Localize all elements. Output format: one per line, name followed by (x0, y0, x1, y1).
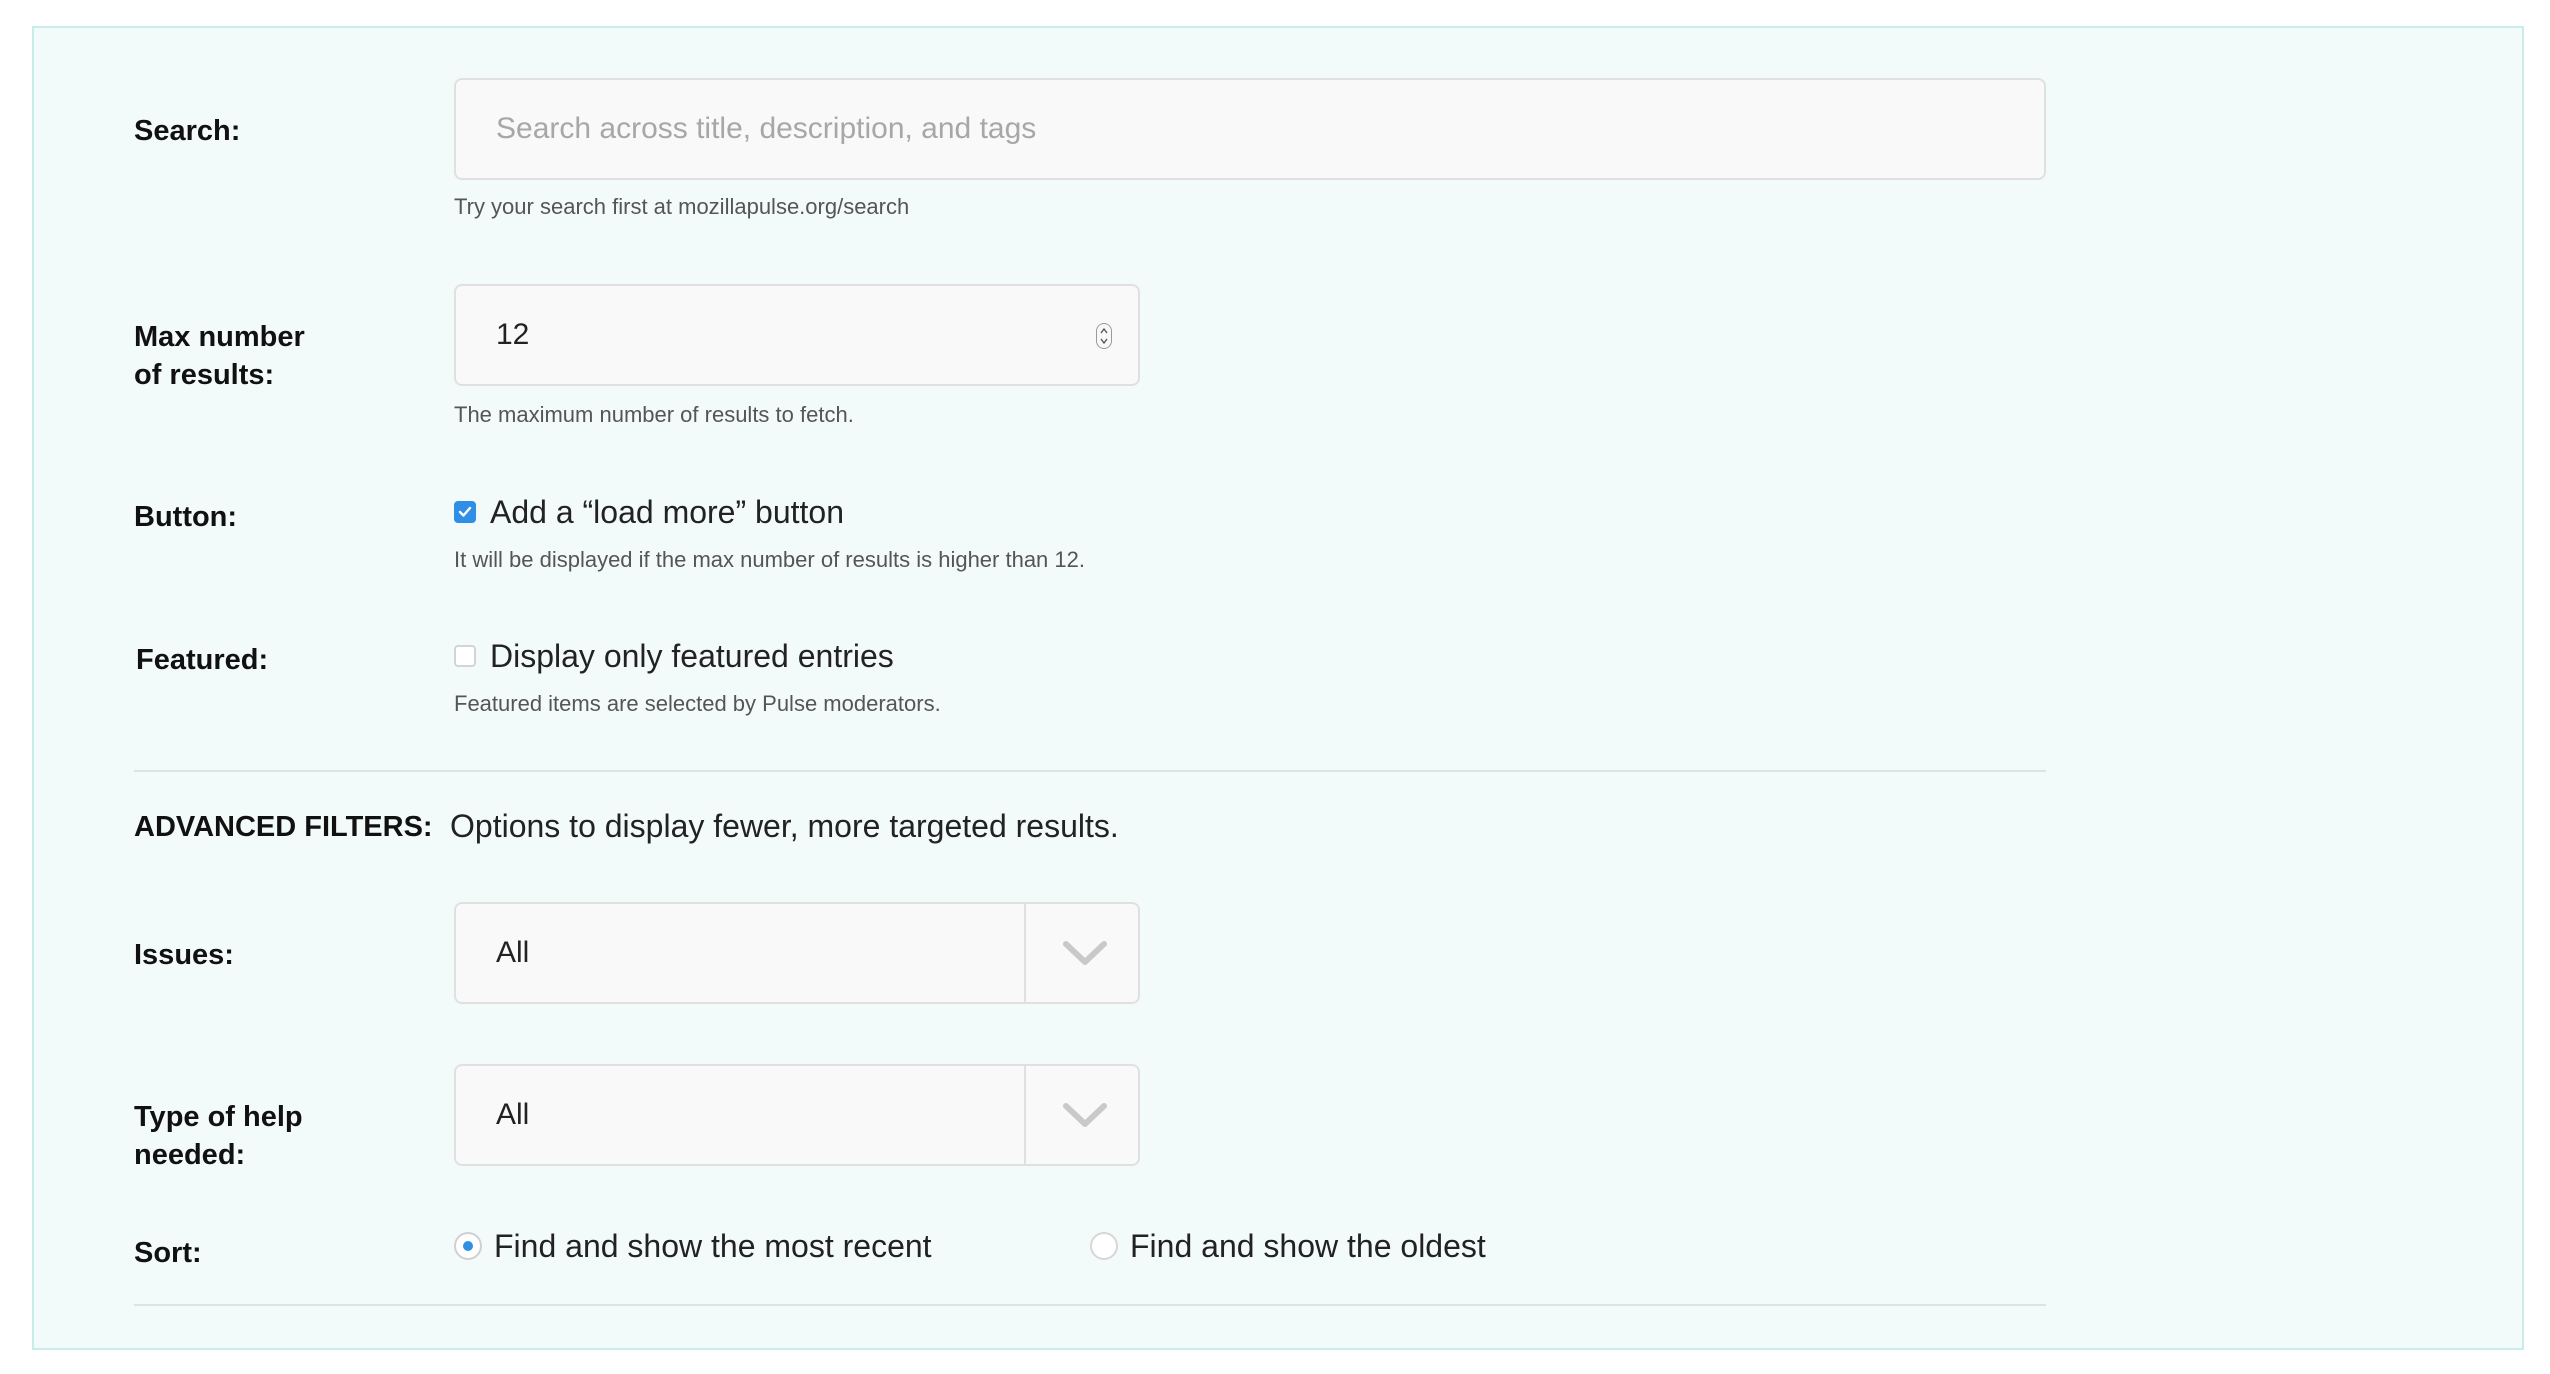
featured-checkbox[interactable] (454, 645, 476, 667)
featured-label: Featured: (136, 644, 269, 676)
sort-most-recent-label[interactable]: Find and show the most recent (494, 1226, 932, 1266)
issues-label: Issues: (134, 939, 234, 971)
button-help-text: It will be displayed if the max number o… (454, 547, 1085, 572)
search-placeholder: Search across title, description, and ta… (496, 112, 1037, 145)
advanced-filters-description: Options to display fewer, more targeted … (450, 808, 1119, 844)
section-divider (134, 770, 2046, 772)
checkmark-icon (458, 506, 472, 517)
select-separator (1024, 1066, 1026, 1164)
issues-select[interactable]: All (454, 902, 1140, 1004)
help-type-label: Type of help needed: (134, 1098, 303, 1174)
load-more-checkbox[interactable] (454, 501, 476, 523)
max-results-help-text: The maximum number of results to fetch. (454, 402, 854, 427)
sort-most-recent-radio[interactable] (454, 1232, 482, 1260)
advanced-filters-heading: ADVANCED FILTERS: (134, 811, 433, 843)
help-type-selected-value: All (496, 1098, 530, 1131)
featured-checkbox-label[interactable]: Display only featured entries (490, 636, 894, 676)
search-label: Search: (134, 115, 241, 147)
chevron-down-icon[interactable] (1062, 1096, 1108, 1136)
settings-panel: Search: Search across title, description… (32, 26, 2524, 1350)
max-results-label: Max number of results: (134, 318, 305, 394)
max-results-label-line2: of results: (134, 359, 275, 391)
max-results-stepper[interactable]: 12 (454, 284, 1140, 386)
sort-oldest-radio[interactable] (1090, 1232, 1118, 1260)
help-type-label-line1: Type of help (134, 1101, 303, 1133)
sort-label: Sort: (134, 1237, 202, 1269)
max-results-label-line1: Max number (134, 321, 305, 353)
featured-help-text: Featured items are selected by Pulse mod… (454, 691, 941, 716)
help-type-select[interactable]: All (454, 1064, 1140, 1166)
button-label: Button: (134, 501, 238, 533)
issues-selected-value: All (496, 936, 530, 969)
max-results-value: 12 (496, 318, 530, 351)
search-input[interactable]: Search across title, description, and ta… (454, 78, 2046, 180)
stepper-arrows-icon[interactable] (1096, 323, 1112, 349)
search-help-text: Try your search first at mozillapulse.or… (454, 194, 910, 219)
sort-oldest-label[interactable]: Find and show the oldest (1130, 1226, 1486, 1266)
help-type-label-line2: needed: (134, 1139, 246, 1171)
radio-selected-dot (463, 1241, 473, 1251)
bottom-divider (134, 1304, 2046, 1306)
chevron-down-icon[interactable] (1062, 934, 1108, 974)
select-separator (1024, 904, 1026, 1002)
load-more-checkbox-label[interactable]: Add a “load more” button (490, 492, 844, 532)
